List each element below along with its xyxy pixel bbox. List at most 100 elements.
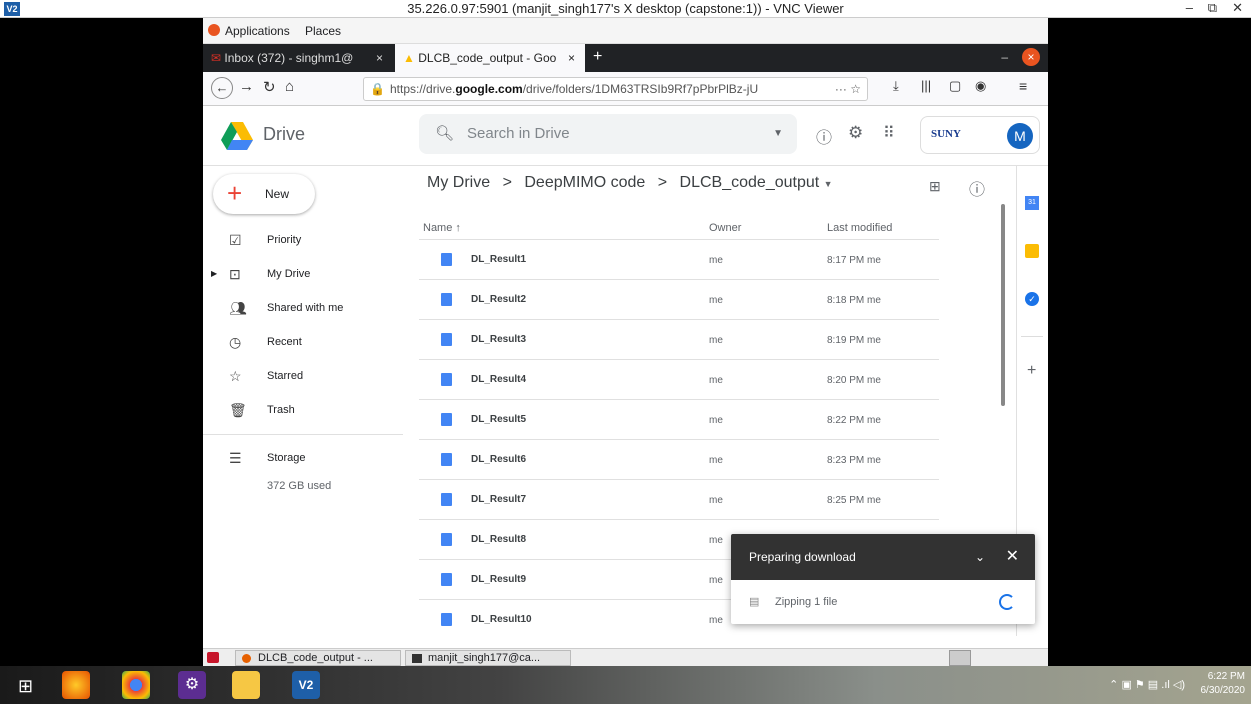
clock[interactable]: 6:22 PM 6/30/2020 <box>1201 670 1246 698</box>
file-explorer-icon[interactable] <box>232 671 260 699</box>
tab-inbox[interactable]: ✉ Inbox (372) - singhm1@ × <box>203 44 393 72</box>
library-icon[interactable]: ||| <box>921 78 931 93</box>
keep-icon[interactable] <box>1025 244 1039 258</box>
file-owner: me <box>709 375 723 386</box>
column-last-modified[interactable]: Last modified <box>827 222 892 234</box>
column-owner[interactable]: Owner <box>709 222 741 234</box>
tasks-icon[interactable]: ✓ <box>1025 292 1039 306</box>
column-name[interactable]: Name ↑ <box>423 222 461 234</box>
applications-menu[interactable]: Applications <box>225 24 290 38</box>
places-menu[interactable]: Places <box>305 24 341 38</box>
drive-title: Drive <box>263 124 306 144</box>
table-row[interactable]: DL_Result2 me 8:18 PM me <box>419 280 939 320</box>
sidebar-item-shared[interactable]: 👥︎ Shared with me <box>203 294 413 322</box>
search-input[interactable]: 🔍︎ Search in Drive ▼ <box>419 114 797 154</box>
file-name: DL_Result3 <box>471 334 527 345</box>
close-button[interactable]: ✕ <box>1232 0 1243 16</box>
table-row[interactable]: DL_Result4 me 8:20 PM me <box>419 360 939 400</box>
sort-arrow-icon: ↑ <box>455 222 461 234</box>
help-icon[interactable]: ⓘ <box>816 124 832 148</box>
breadcrumb-current-folder[interactable]: DLCB_code_output <box>680 174 820 191</box>
table-row[interactable]: DL_Result3 me 8:19 PM me <box>419 320 939 360</box>
remote-desktop: Applications Places ✉ Inbox (372) - sing… <box>203 18 1048 666</box>
sidebar-item-trash[interactable]: 🗑︎ Trash <box>203 396 413 424</box>
sidebar-divider <box>203 434 403 435</box>
download-icon[interactable]: ⤓ <box>893 78 899 94</box>
vnc-title-bar: V2 35.226.0.97:5901 (manjit_singh177's X… <box>0 0 1251 18</box>
extension-icon[interactable]: ◉ <box>975 78 986 94</box>
sidebar-label: Shared with me <box>267 302 344 314</box>
breadcrumb-my-drive[interactable]: My Drive <box>427 174 490 191</box>
vnc-viewer-taskbar-icon[interactable]: V2 <box>292 671 320 699</box>
url-bar[interactable]: 🔒 https://drive.google.com/drive/folders… <box>363 77 868 101</box>
sidebar-item-recent[interactable]: ◷ Recent <box>203 328 413 356</box>
breadcrumb-deepmimo[interactable]: DeepMIMO code <box>524 174 645 191</box>
expand-icon[interactable]: ▶ <box>211 260 217 288</box>
sidebar-item-starred[interactable]: ☆ Starred <box>203 362 413 390</box>
minimize-button[interactable]: – <box>1186 0 1193 15</box>
tab-close-icon[interactable]: × <box>376 44 383 72</box>
sidebar-item-priority[interactable]: ☑ Priority <box>203 226 413 254</box>
sidebar-label: My Drive <box>267 268 311 280</box>
settings-icon[interactable]: ⚙ <box>848 123 863 143</box>
show-desktop-icon[interactable] <box>207 652 219 663</box>
menu-icon[interactable]: ≡ <box>1019 78 1027 94</box>
table-row[interactable]: DL_Result5 me 8:22 PM me <box>419 400 939 440</box>
file-name: DL_Result9 <box>471 574 527 585</box>
sidebar-icon[interactable]: ▢ <box>949 78 961 94</box>
system-tray-icons[interactable]: ⌃ ▣ ⚑ ▤ .ıl ◁) <box>1109 678 1185 691</box>
minimize-icon[interactable]: – <box>1001 50 1008 64</box>
info-icon[interactable]: ⓘ <box>969 176 985 200</box>
grid-view-icon[interactable]: ⊞ <box>929 178 941 195</box>
table-header: Name ↑ Owner Last modified <box>419 216 939 240</box>
table-row[interactable]: DL_Result7 me 8:25 PM me <box>419 480 939 520</box>
add-addon-icon[interactable]: + <box>1027 362 1036 380</box>
checkbox-icon: ☑ <box>229 232 242 248</box>
people-icon: 👥︎ <box>229 300 247 316</box>
file-name: DL_Result4 <box>471 374 527 385</box>
reload-icon[interactable]: ↻ <box>263 78 276 96</box>
close-download-icon[interactable]: ✕ <box>1006 534 1019 580</box>
task-terminal[interactable]: manjit_singh177@ca... <box>405 650 571 666</box>
avatar[interactable]: M <box>1007 123 1033 149</box>
windows-start-icon[interactable]: ⊞ <box>18 676 33 697</box>
collapse-icon[interactable]: ⌄ <box>975 534 985 580</box>
account-switcher[interactable]: SUNY M <box>920 116 1040 154</box>
document-icon <box>441 533 452 546</box>
sidebar-item-storage[interactable]: ☰ Storage <box>203 444 413 472</box>
windows-taskbar: ⊞ ⚙ V2 ⌃ ▣ ⚑ ▤ .ıl ◁) 6:22 PM 6/30/2020 <box>0 666 1251 704</box>
drive-sidebar: + New ☑ Priority ▶ ⊡ My Drive 👥︎ Shared with… <box>203 166 423 636</box>
tab-drive[interactable]: ▲ DLCB_code_output - Goo × <box>395 44 585 72</box>
home-icon[interactable]: ⌂ <box>285 78 294 95</box>
firefox-taskbar-icon[interactable] <box>62 671 90 699</box>
calendar-icon[interactable]: 31 <box>1025 196 1039 210</box>
back-icon[interactable]: ← <box>211 77 233 99</box>
ubuntu-icon <box>208 24 220 36</box>
scrollbar[interactable] <box>1001 204 1005 406</box>
browser-tab-bar: ✉ Inbox (372) - singhm1@ × ▲ DLCB_code_o… <box>203 44 1048 72</box>
file-owner: me <box>709 255 723 266</box>
tab-label: Inbox (372) - singhm1@ <box>224 51 354 65</box>
download-title: Preparing download <box>749 550 856 564</box>
file-icon: ▤ <box>749 596 760 608</box>
forward-icon[interactable]: → <box>239 78 254 95</box>
search-options-icon[interactable]: ▼ <box>773 114 783 154</box>
document-icon <box>441 453 452 466</box>
tab-close-icon[interactable]: × <box>568 44 575 72</box>
folder-dropdown-icon[interactable]: ▼ <box>824 179 833 189</box>
bookmark-star-icon[interactable]: ··· ☆ <box>830 78 861 100</box>
maximize-button[interactable]: ⧉ <box>1208 0 1217 16</box>
sidebar-item-my-drive[interactable]: ▶ ⊡ My Drive <box>203 260 413 288</box>
new-button[interactable]: + New <box>213 174 315 214</box>
task-firefox[interactable]: DLCB_code_output - ... <box>235 650 401 666</box>
settings-taskbar-icon[interactable]: ⚙ <box>178 671 206 699</box>
close-window-icon[interactable]: × <box>1022 48 1040 66</box>
apps-grid-icon[interactable]: ⠿ <box>883 123 895 143</box>
document-icon <box>441 613 452 626</box>
table-row[interactable]: DL_Result6 me 8:23 PM me <box>419 440 939 480</box>
chrome-taskbar-icon[interactable] <box>122 671 150 699</box>
workspace-switcher[interactable] <box>949 650 971 666</box>
table-row[interactable]: DL_Result1 me 8:17 PM me <box>419 240 939 280</box>
new-tab-button[interactable]: + <box>593 48 602 66</box>
sidebar-label: Starred <box>267 370 304 382</box>
